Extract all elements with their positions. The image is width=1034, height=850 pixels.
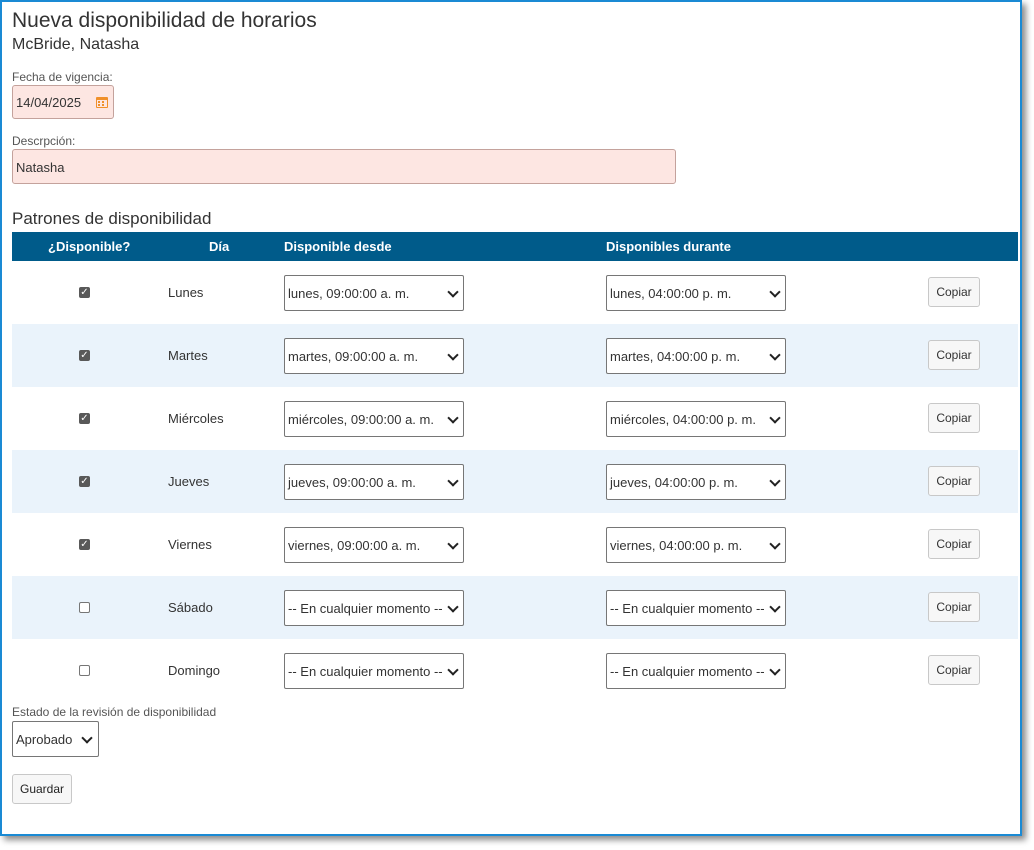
column-available: ¿Disponible? bbox=[48, 239, 131, 254]
chevron-down-icon bbox=[769, 664, 781, 676]
table-row: ✓ Viernes viernes, 09:00:00 a. m. vierne… bbox=[12, 513, 1018, 576]
copy-button[interactable]: Copiar bbox=[928, 529, 980, 559]
table-row: Domingo -- En cualquier momento -- -- En… bbox=[12, 639, 1018, 702]
review-status-label: Estado de la revisión de disponibilidad bbox=[12, 705, 217, 719]
available-checkbox[interactable]: ✓ bbox=[79, 413, 90, 424]
chevron-down-icon bbox=[447, 538, 459, 550]
day-label: Lunes bbox=[168, 285, 204, 300]
review-status-value: Aprobado bbox=[16, 732, 73, 747]
effective-date-label: Fecha de vigencia: bbox=[12, 70, 113, 84]
description-field[interactable]: Natasha bbox=[12, 149, 676, 184]
available-during-select[interactable]: jueves, 04:00:00 p. m. bbox=[606, 464, 786, 500]
copy-button[interactable]: Copiar bbox=[928, 277, 980, 307]
description-label: Descrpción: bbox=[12, 134, 76, 148]
save-button[interactable]: Guardar bbox=[12, 774, 72, 804]
chevron-down-icon bbox=[769, 412, 781, 424]
day-label: Sábado bbox=[168, 600, 213, 615]
table-header: ¿Disponible? Día Disponible desde Dispon… bbox=[12, 232, 1018, 261]
available-checkbox[interactable]: ✓ bbox=[79, 476, 90, 487]
effective-date-field[interactable]: 14/04/2025 bbox=[12, 85, 114, 119]
dialog-frame: Nueva disponibilidad de horarios McBride… bbox=[0, 0, 1022, 836]
available-from-select[interactable]: miércoles, 09:00:00 a. m. bbox=[284, 401, 464, 437]
table-row: ✓ Lunes lunes, 09:00:00 a. m. lunes, 04:… bbox=[12, 261, 1018, 324]
column-from: Disponible desde bbox=[284, 239, 392, 254]
select-value: viernes, 09:00:00 a. m. bbox=[288, 538, 421, 553]
available-checkbox[interactable]: ✓ bbox=[79, 287, 90, 298]
day-label: Miércoles bbox=[168, 411, 224, 426]
table-row: ✓ Jueves jueves, 09:00:00 a. m. jueves, … bbox=[12, 450, 1018, 513]
table-row: ✓ Miércoles miércoles, 09:00:00 a. m. mi… bbox=[12, 387, 1018, 450]
copy-button[interactable]: Copiar bbox=[928, 403, 980, 433]
day-label: Martes bbox=[168, 348, 208, 363]
available-from-select[interactable]: jueves, 09:00:00 a. m. bbox=[284, 464, 464, 500]
chevron-down-icon bbox=[769, 538, 781, 550]
chevron-down-icon bbox=[769, 475, 781, 487]
day-label: Viernes bbox=[168, 537, 212, 552]
select-value: martes, 09:00:00 a. m. bbox=[288, 349, 419, 364]
day-label: Domingo bbox=[168, 663, 221, 678]
column-day: Día bbox=[209, 239, 230, 254]
chevron-down-icon bbox=[447, 475, 459, 487]
page-title: Nueva disponibilidad de horarios bbox=[12, 9, 317, 32]
select-value: -- En cualquier momento -- bbox=[288, 601, 443, 616]
select-value: jueves, 04:00:00 p. m. bbox=[610, 475, 738, 490]
available-during-select[interactable]: viernes, 04:00:00 p. m. bbox=[606, 527, 786, 563]
available-from-select[interactable]: lunes, 09:00:00 a. m. bbox=[284, 275, 464, 311]
select-value: -- En cualquier momento -- bbox=[610, 664, 765, 679]
select-value: jueves, 09:00:00 a. m. bbox=[288, 475, 416, 490]
chevron-down-icon bbox=[81, 732, 93, 744]
available-checkbox[interactable]: ✓ bbox=[79, 539, 90, 550]
available-from-select[interactable]: martes, 09:00:00 a. m. bbox=[284, 338, 464, 374]
select-value: -- En cualquier momento -- bbox=[610, 601, 765, 616]
chevron-down-icon bbox=[447, 349, 459, 361]
available-during-select[interactable]: -- En cualquier momento -- bbox=[606, 653, 786, 689]
available-from-select[interactable]: -- En cualquier momento -- bbox=[284, 653, 464, 689]
table-row: Sábado -- En cualquier momento -- -- En … bbox=[12, 576, 1018, 639]
day-label: Jueves bbox=[168, 474, 210, 489]
available-during-select[interactable]: -- En cualquier momento -- bbox=[606, 590, 786, 626]
available-during-select[interactable]: lunes, 04:00:00 p. m. bbox=[606, 275, 786, 311]
copy-button[interactable]: Copiar bbox=[928, 655, 980, 685]
availability-table: ¿Disponible? Día Disponible desde Dispon… bbox=[12, 232, 1018, 702]
select-value: miércoles, 09:00:00 a. m. bbox=[288, 412, 434, 427]
copy-button[interactable]: Copiar bbox=[928, 592, 980, 622]
chevron-down-icon bbox=[769, 601, 781, 613]
available-during-select[interactable]: miércoles, 04:00:00 p. m. bbox=[606, 401, 786, 437]
chevron-down-icon bbox=[447, 286, 459, 298]
review-status-select[interactable]: Aprobado bbox=[12, 721, 99, 757]
chevron-down-icon bbox=[447, 601, 459, 613]
availability-patterns-title: Patrones de disponibilidad bbox=[12, 209, 212, 228]
select-value: lunes, 04:00:00 p. m. bbox=[610, 286, 732, 301]
chevron-down-icon bbox=[447, 664, 459, 676]
copy-button[interactable]: Copiar bbox=[928, 340, 980, 370]
select-value: martes, 04:00:00 p. m. bbox=[610, 349, 741, 364]
available-checkbox[interactable] bbox=[79, 602, 90, 613]
available-checkbox[interactable] bbox=[79, 665, 90, 676]
employee-name: McBride, Natasha bbox=[12, 36, 140, 53]
copy-button[interactable]: Copiar bbox=[928, 466, 980, 496]
select-value: lunes, 09:00:00 a. m. bbox=[288, 286, 410, 301]
available-from-select[interactable]: -- En cualquier momento -- bbox=[284, 590, 464, 626]
select-value: -- En cualquier momento -- bbox=[288, 664, 443, 679]
available-during-select[interactable]: martes, 04:00:00 p. m. bbox=[606, 338, 786, 374]
calendar-icon[interactable] bbox=[96, 97, 108, 108]
available-checkbox[interactable]: ✓ bbox=[79, 350, 90, 361]
description-value: Natasha bbox=[16, 160, 65, 175]
select-value: viernes, 04:00:00 p. m. bbox=[610, 538, 743, 553]
chevron-down-icon bbox=[769, 286, 781, 298]
chevron-down-icon bbox=[447, 412, 459, 424]
chevron-down-icon bbox=[769, 349, 781, 361]
effective-date-value: 14/04/2025 bbox=[16, 95, 82, 110]
table-row: ✓ Martes martes, 09:00:00 a. m. martes, … bbox=[12, 324, 1018, 387]
select-value: miércoles, 04:00:00 p. m. bbox=[610, 412, 756, 427]
available-from-select[interactable]: viernes, 09:00:00 a. m. bbox=[284, 527, 464, 563]
column-during: Disponibles durante bbox=[606, 239, 731, 254]
